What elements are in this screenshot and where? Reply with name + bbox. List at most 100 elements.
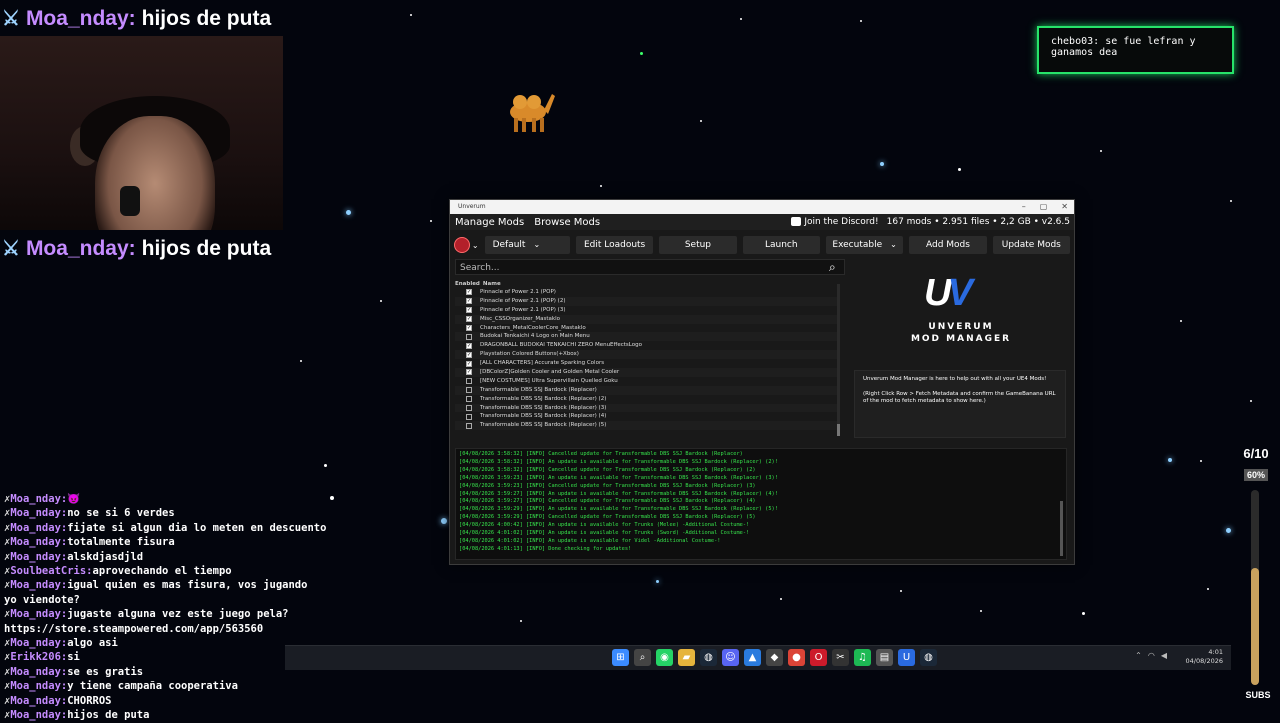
wifi-icon[interactable]: ◠ — [1148, 651, 1155, 660]
mod-row[interactable]: ✓ Pinnacle of Power 2.1 (POP) — [455, 288, 840, 297]
chat-message: ✗Moa_nday:igual quien es mas fisura, vos… — [4, 579, 308, 592]
opera-icon[interactable]: O — [810, 649, 827, 666]
mod-enabled-checkbox[interactable]: ✓ — [466, 307, 472, 314]
log-line: [04/08/2026 4:01:02] [INFO] An update is… — [459, 530, 750, 537]
mod-row[interactable]: ✓ DRAGONBALL BUDOKAI TENKAICHI ZERO MenuE… — [455, 341, 840, 350]
edit-loadouts-button[interactable]: Edit Loadouts — [575, 236, 654, 254]
steam-icon[interactable]: ◍ — [700, 649, 717, 666]
minimize-icon[interactable]: – — [1022, 200, 1026, 214]
star — [346, 210, 351, 215]
mod-enabled-checkbox[interactable] — [466, 387, 472, 394]
log-line: [04/08/2026 3:59:29] [INFO] An update is… — [459, 506, 778, 513]
mod-enabled-checkbox[interactable] — [466, 333, 472, 340]
folder-icon[interactable]: ▰ — [678, 649, 695, 666]
tab-browse-mods[interactable]: Browse Mods — [529, 217, 605, 228]
mod-list-scrollbar[interactable] — [837, 284, 840, 436]
sword-icon: ⚔ — [2, 8, 20, 30]
console-scrollbar[interactable] — [1060, 501, 1063, 556]
chat-username: Moa_nday: — [10, 579, 68, 592]
discord-icon[interactable]: ☺ — [722, 649, 739, 666]
mod-enabled-checkbox[interactable]: ✓ — [466, 369, 472, 376]
mod-enabled-checkbox[interactable]: ✓ — [466, 289, 472, 296]
title-bar[interactable]: Unverum – ▢ ✕ — [450, 200, 1074, 214]
loadout-select[interactable]: Default — [484, 236, 570, 254]
update-mods-button[interactable]: Update Mods — [992, 236, 1070, 254]
mod-row[interactable]: Transformable DBS SSJ Bardock (Replacer) — [455, 385, 840, 395]
discord-link[interactable]: Join the Discord! — [791, 217, 879, 227]
app-icon[interactable]: ◆ — [766, 649, 783, 666]
column-name[interactable]: Name — [483, 280, 501, 288]
mod-row[interactable]: ✓ Characters_MetalCoolerCore_Mastaklo — [455, 324, 840, 333]
star — [1200, 460, 1202, 462]
steam2-icon[interactable]: ◍ — [920, 649, 937, 666]
mod-row[interactable]: ✓ Misc_CSSOrganizer_Mastaklo — [455, 314, 840, 324]
chat-username: Moa_nday: — [10, 680, 68, 693]
mod-enabled-checkbox[interactable] — [466, 378, 472, 385]
mod-row[interactable]: ✓ [ALL CHARACTERS] Accurate Sparking Colo… — [455, 359, 840, 368]
tab-manage-mods[interactable]: Manage Mods — [450, 217, 529, 228]
media-icon[interactable]: ▤ — [876, 649, 893, 666]
mod-enabled-checkbox[interactable]: ✓ — [466, 351, 472, 358]
mod-row[interactable]: ✓ Playstation Colored Buttons(+Xbox) — [455, 350, 840, 360]
mod-enabled-checkbox[interactable]: ✓ — [466, 298, 472, 305]
alert-user: chebo03: — [1051, 36, 1100, 47]
store-icon[interactable]: ▲ — [744, 649, 761, 666]
mod-enabled-checkbox[interactable]: ✓ — [466, 316, 472, 323]
star — [430, 220, 432, 222]
column-enabled[interactable]: Enabled — [455, 280, 481, 288]
capcut-icon[interactable]: ✂ — [832, 649, 849, 666]
mod-row[interactable]: Transformable DBS SSJ Bardock (Replacer)… — [455, 421, 840, 431]
mod-enabled-checkbox[interactable] — [466, 396, 472, 403]
chevron-up-icon[interactable]: ⌃ — [1135, 651, 1142, 660]
search-input[interactable]: Search... — [455, 259, 845, 275]
unverum-icon[interactable]: U — [898, 649, 915, 666]
chrome-icon[interactable]: ● — [788, 649, 805, 666]
chat-message: ✗Moa_nday:hijos de puta — [4, 709, 150, 722]
setup-button[interactable]: Setup — [659, 236, 737, 254]
clock-date: 04/08/2026 — [1185, 657, 1223, 665]
add-mods-button[interactable]: Add Mods — [909, 236, 987, 254]
chat-message: ✗Moa_nday:y tiene campaña cooperativa — [4, 680, 238, 693]
start-icon[interactable]: ⊞ — [612, 649, 629, 666]
search-icon[interactable]: ⌕ — [829, 260, 836, 275]
mod-row[interactable]: Transformable DBS SSJ Bardock (Replacer)… — [455, 412, 840, 421]
mod-enabled-checkbox[interactable]: ✓ — [466, 360, 472, 367]
mod-enabled-checkbox[interactable]: ✓ — [466, 325, 472, 331]
mod-name: Characters_MetalCoolerCore_Mastaklo — [480, 324, 586, 331]
chat-username: Moa_nday: — [10, 507, 68, 520]
discord-icon — [791, 217, 802, 226]
mod-enabled-checkbox[interactable] — [466, 405, 472, 412]
star — [700, 120, 702, 122]
launch-button[interactable]: Launch — [742, 236, 820, 254]
mod-row[interactable]: ✓ [DBColorZ]Golden Cooler and Golden Meta… — [455, 368, 840, 377]
mod-enabled-checkbox[interactable] — [466, 413, 472, 420]
mod-name: Pinnacle of Power 2.1 (POP) — [480, 289, 556, 295]
executable-select[interactable]: Executable — [825, 236, 904, 254]
logo-subtext: MOD MANAGER — [910, 334, 1012, 344]
volume-icon[interactable]: ◀ — [1161, 651, 1167, 660]
chat-text: fijate si algun dia lo meten en descuent… — [67, 521, 327, 534]
star — [300, 360, 302, 362]
mod-row[interactable]: ✓ Pinnacle of Power 2.1 (POP) (3) — [455, 306, 840, 315]
mod-enabled-checkbox[interactable]: ✓ — [466, 342, 472, 349]
star — [324, 464, 327, 467]
mod-row[interactable]: Transformable DBS SSJ Bardock (Replacer)… — [455, 395, 840, 404]
whatsapp-icon[interactable]: ◉ — [656, 649, 673, 666]
banner-message: hijos de puta — [141, 236, 272, 260]
clock[interactable]: 4:01 04/08/2026 — [1186, 648, 1223, 666]
log-line: [04/08/2026 3:58:32] [INFO] Cancelled up… — [459, 451, 743, 457]
chat-username: Moa_nday: — [10, 665, 68, 678]
close-icon[interactable]: ✕ — [1061, 200, 1068, 214]
maximize-icon[interactable]: ▢ — [1040, 200, 1048, 214]
spotify-icon[interactable]: ♫ — [854, 649, 871, 666]
game-icon[interactable] — [454, 237, 470, 253]
star — [656, 580, 659, 583]
star — [900, 590, 902, 592]
mod-row[interactable]: [NEW COSTUMES] Ultra Supervillain Quelle… — [455, 377, 840, 386]
mod-row[interactable]: Budokai Tenkaichi 4 Logo on Main Menu — [455, 332, 840, 342]
search-icon[interactable]: ⌕ — [634, 649, 651, 666]
mod-row[interactable]: ✓ Pinnacle of Power 2.1 (POP) (2) — [455, 296, 840, 306]
mod-enabled-checkbox[interactable] — [466, 422, 472, 429]
mod-row[interactable]: Transformable DBS SSJ Bardock (Replacer)… — [455, 403, 840, 413]
chevron-down-icon[interactable]: ⌄ — [472, 241, 479, 250]
